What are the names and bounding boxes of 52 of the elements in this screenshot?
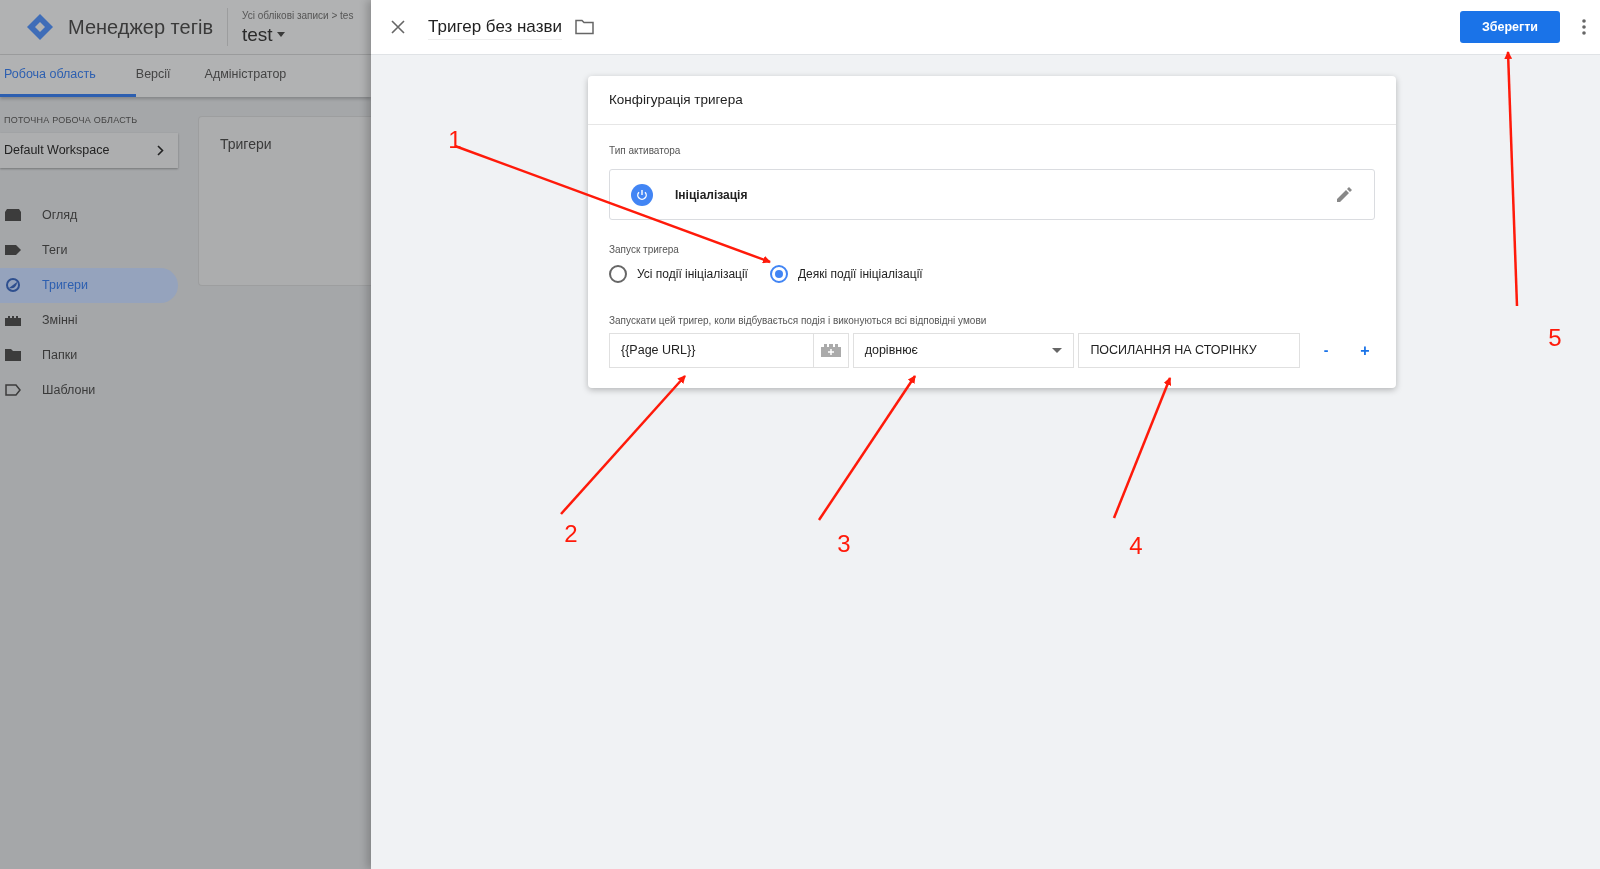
nav-item[interactable]: Огляд <box>0 197 178 233</box>
nav-tab[interactable]: Робоча область <box>0 55 136 97</box>
section-heading: ПОТОЧНА РОБОЧА ОБЛАСТЬ <box>3 114 139 127</box>
close-icon <box>391 20 405 34</box>
workspace-selector[interactable]: Default Workspace <box>0 132 178 168</box>
variable-value: {{Page URL}} <box>620 342 697 360</box>
label-outline-icon <box>4 383 22 397</box>
trigger-type-selector[interactable]: Ініціалізація <box>609 169 1375 220</box>
variable-field[interactable]: {{Page URL}} <box>609 333 849 368</box>
diamond-logo-icon <box>26 13 54 41</box>
nav-item[interactable]: Папки <box>0 337 178 373</box>
nav-item[interactable]: Шаблони <box>0 372 178 408</box>
field-label: Тип активатора <box>609 144 682 158</box>
more-vert-icon[interactable] <box>1582 19 1586 35</box>
value-field[interactable]: ПОСИЛАННЯ НА СТОРІНКУ <box>1078 333 1301 368</box>
product-name: Менеджер тегів <box>68 15 213 40</box>
field-label: Запуск тригера <box>609 243 680 257</box>
chevron-right-icon <box>157 144 164 156</box>
tray-icon <box>4 208 22 222</box>
radio-option[interactable]: Деякі події ініціалізації <box>769 265 923 283</box>
nav-item[interactable]: Змінні <box>0 302 178 338</box>
blocks-icon <box>4 313 22 327</box>
annotation-number: 2 <box>564 520 578 548</box>
tag-icon <box>4 243 22 257</box>
container-dropdown[interactable]: test <box>242 22 354 47</box>
annotation-number: 3 <box>837 530 851 558</box>
trigger-type-name: Ініціалізація <box>675 186 748 204</box>
add-condition-button[interactable]: + <box>1355 338 1375 363</box>
field-label: Запускати цей тригер, коли відбувається подія і виконуються всі відповідні умови <box>609 314 988 328</box>
annotation-number: 5 <box>1548 324 1562 352</box>
folder-icon <box>4 348 22 362</box>
nav-tab[interactable]: Адміністратор <box>204 55 321 97</box>
remove-condition-button[interactable]: - <box>1316 340 1337 361</box>
folder-outline-icon[interactable] <box>574 19 594 35</box>
operator-dropdown[interactable]: дорівнює <box>852 333 1075 368</box>
card-title: Тригери <box>220 136 272 152</box>
power-icon <box>631 183 653 206</box>
breadcrumb: Усі облікові записи > tes <box>242 8 354 23</box>
radio-button[interactable] <box>609 265 627 283</box>
trigger-name-field[interactable]: Тригер без назви <box>428 13 562 41</box>
save-button[interactable]: Зберегти <box>1460 11 1560 43</box>
caret-icon <box>1052 348 1063 353</box>
radio-option[interactable]: Усі події ініціалізації <box>609 265 748 283</box>
annotation-number: 4 <box>1129 532 1143 560</box>
card-title: Конфігурація тригера <box>609 90 743 109</box>
nav-item[interactable]: Теги <box>0 232 178 268</box>
radio-button[interactable] <box>769 265 788 283</box>
trigger-icon <box>4 278 22 292</box>
nav-tab[interactable]: Версії <box>135 55 205 97</box>
caret-icon <box>276 32 285 37</box>
pencil-icon[interactable] <box>1336 186 1353 203</box>
nav-item[interactable]: Тригери <box>0 267 178 303</box>
